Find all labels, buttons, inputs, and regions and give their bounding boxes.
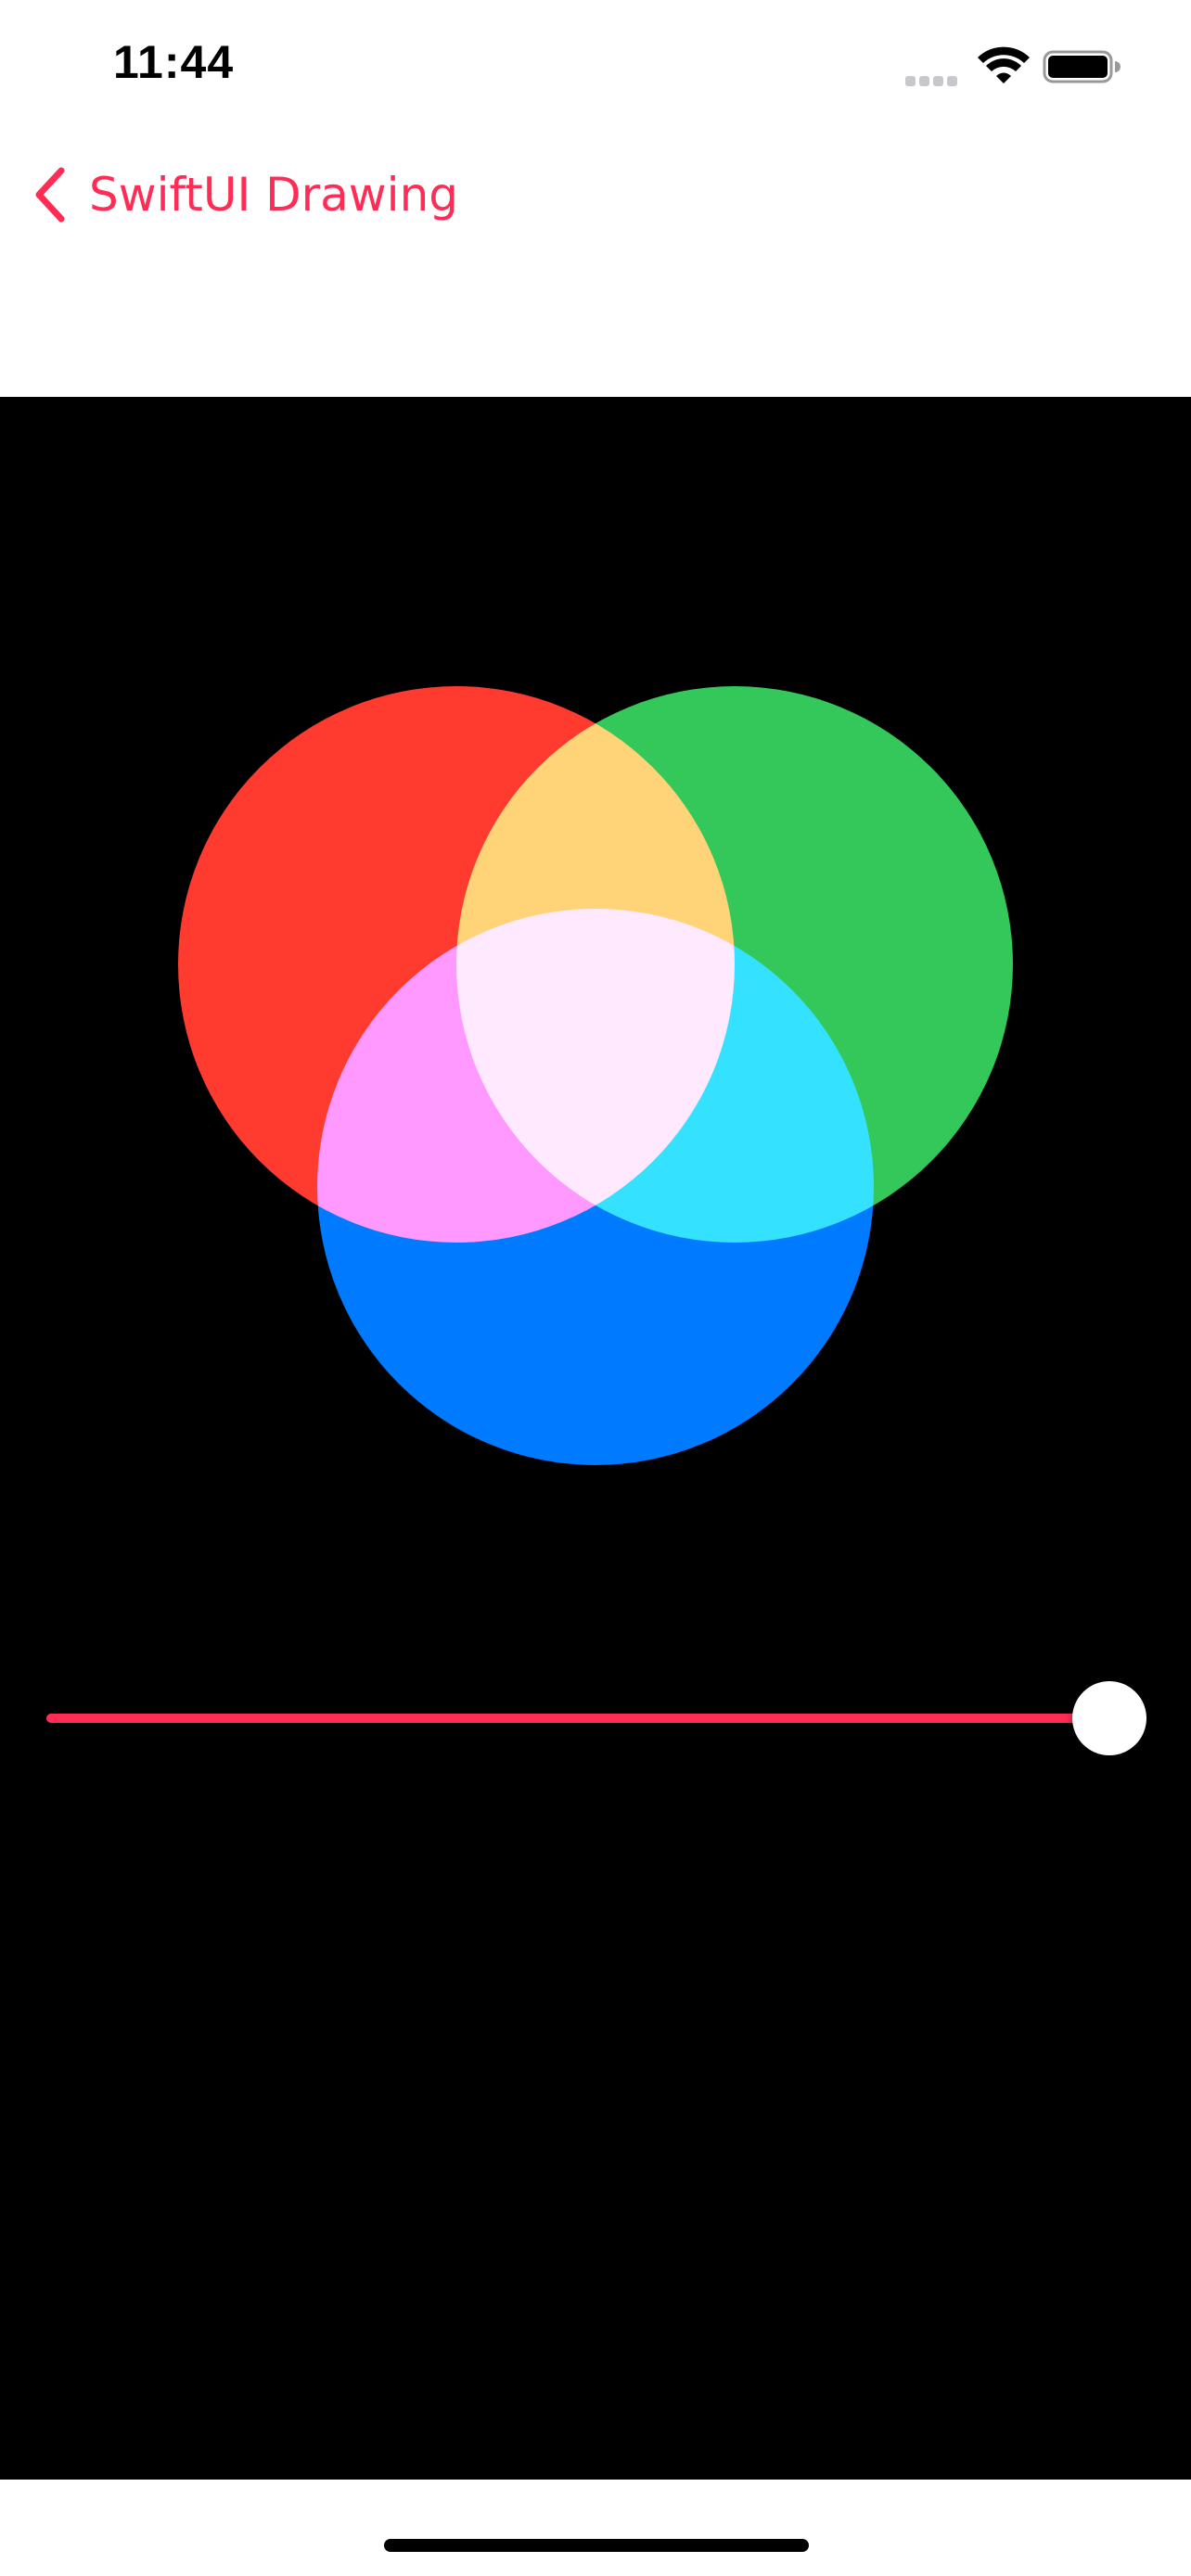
chevron-left-icon: [35, 167, 65, 223]
drawing-canvas: [0, 397, 1191, 2480]
battery-icon: [1043, 50, 1121, 83]
slider-thumb[interactable]: [1072, 1681, 1146, 1755]
back-button[interactable]: SwiftUI Drawing: [32, 158, 458, 232]
status-bar: 11:44: [0, 0, 1191, 130]
wifi-icon: [978, 46, 1030, 83]
home-indicator[interactable]: [384, 2539, 809, 2552]
blend-slider[interactable]: [46, 1675, 1146, 1764]
blue-circle: [317, 909, 874, 1465]
home-indicator-area: [0, 2480, 1191, 2576]
slider-fill: [46, 1714, 1109, 1723]
rgb-venn-diagram: [178, 686, 1013, 1465]
cellular-signal-icon: [905, 74, 963, 86]
back-button-label: SwiftUI Drawing: [89, 168, 458, 222]
navigation-bar: SwiftUI Drawing: [0, 130, 1191, 397]
status-time: 11:44: [113, 36, 235, 88]
